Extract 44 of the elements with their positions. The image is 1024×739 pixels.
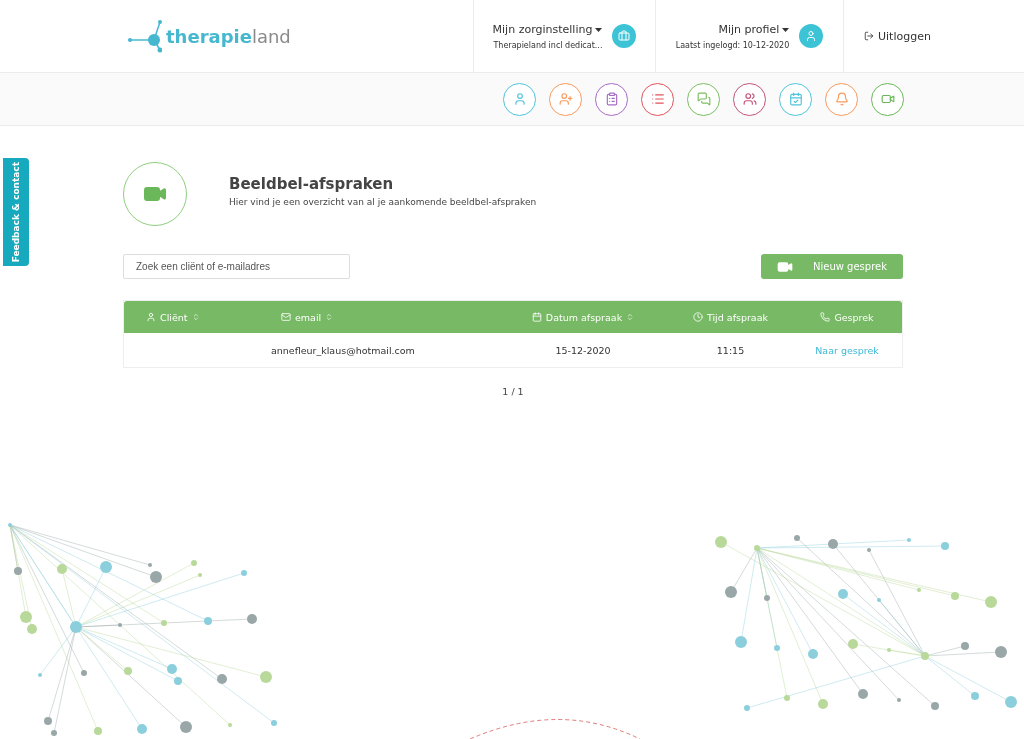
feedback-tab[interactable]: Feedback & contact	[3, 158, 29, 266]
date-cell-text: 15-12-2020	[554, 344, 612, 356]
logo-icon	[128, 18, 162, 54]
caret-icon	[782, 27, 790, 32]
search-field[interactable]: Zoek een cliënt of e-mailadres	[123, 254, 350, 279]
bell-nav-icon[interactable]	[825, 82, 858, 116]
clipboard-nav-icon[interactable]	[595, 82, 628, 116]
logo-text: therapieland	[166, 25, 291, 47]
column-header[interactable]: Cliënt	[124, 311, 259, 323]
time-cell-text: 11:15	[715, 344, 746, 356]
user-plus-nav-icon[interactable]	[549, 82, 582, 116]
profile-menu[interactable]: Mijn profiel	[718, 22, 790, 36]
sort-icon[interactable]	[191, 313, 200, 321]
user-nav-icon[interactable]	[503, 82, 536, 116]
last-login: Laatst ingelogd: 10-12-2020	[675, 40, 790, 50]
calendar-nav-icon[interactable]	[779, 82, 812, 116]
phone-icon	[820, 312, 831, 322]
new-call-button[interactable]: Nieuw gesprek	[761, 254, 903, 279]
sort-icon[interactable]	[626, 313, 635, 321]
column-header: Tijd afspraak	[669, 311, 792, 323]
list-nav-icon[interactable]	[641, 82, 674, 116]
video-nav-icon[interactable]	[871, 82, 904, 116]
page-title: Beeldbel-afspraken	[229, 175, 395, 193]
user-icon[interactable]	[799, 24, 824, 48]
page-subtitle: Hier vind je een overzicht van al je aankomende beeldbel-afspraken	[229, 197, 537, 207]
column-header[interactable]: Datum afspraak	[497, 311, 669, 323]
call-link[interactable]: Naar gesprek	[792, 344, 902, 356]
logout-icon	[864, 31, 874, 41]
sort-icon[interactable]	[325, 313, 334, 321]
organisation-name: Therapieland incl dedicat...	[493, 40, 603, 50]
email-cell-text: annefleur_klaus@hotmail.com	[270, 344, 416, 356]
group-nav-icon[interactable]	[733, 82, 766, 116]
pagination: 1 / 1	[502, 386, 524, 397]
briefcase-icon[interactable]	[612, 24, 637, 48]
column-header: Gesprek	[792, 311, 902, 323]
caret-icon	[595, 27, 603, 32]
organisation-menu[interactable]: Mijn zorginstelling	[492, 22, 603, 36]
logout-link[interactable]: Uitloggen	[844, 29, 961, 43]
chat-nav-icon[interactable]	[687, 82, 720, 116]
mail-icon	[281, 312, 291, 322]
clock-icon	[692, 312, 703, 322]
user-icon	[146, 312, 156, 322]
column-header[interactable]: email	[259, 311, 497, 323]
calendar-icon	[531, 312, 542, 322]
